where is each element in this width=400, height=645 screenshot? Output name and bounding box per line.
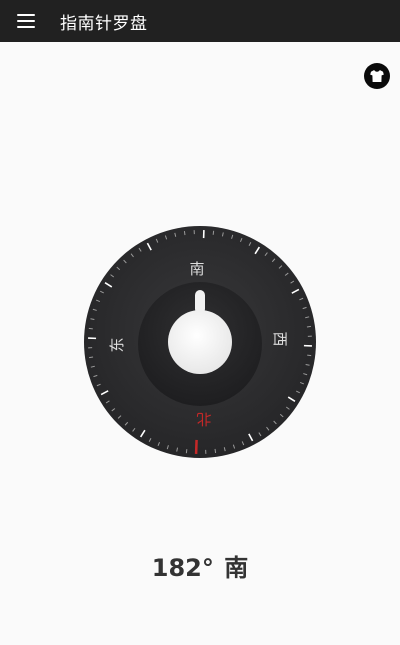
menu-button[interactable] bbox=[0, 0, 52, 42]
dial-tick bbox=[89, 356, 94, 359]
center-knob bbox=[168, 310, 232, 374]
app-title: 指南针罗盘 bbox=[60, 13, 148, 34]
heading-readout: 182° 南 bbox=[0, 548, 400, 583]
skin-button[interactable] bbox=[364, 63, 390, 89]
direction-label-bottom: 北 bbox=[196, 410, 211, 428]
direction-label-top: 南 bbox=[189, 260, 204, 278]
compass-svg: 南 东 西 北 bbox=[84, 226, 316, 458]
hamburger-menu-icon bbox=[17, 14, 35, 28]
heading-degrees: 182° bbox=[151, 554, 214, 582]
app-bar: 指南针罗盘 bbox=[0, 0, 400, 42]
dial-tick bbox=[183, 231, 186, 236]
heading-direction: 南 bbox=[224, 554, 249, 582]
direction-label-right: 西 bbox=[271, 331, 289, 346]
compass-dial[interactable]: 南 东 西 北 bbox=[84, 226, 316, 458]
dial-tick bbox=[306, 325, 311, 328]
direction-label-left: 东 bbox=[108, 337, 126, 352]
dial-tick bbox=[214, 448, 217, 453]
tshirt-icon bbox=[370, 70, 384, 82]
